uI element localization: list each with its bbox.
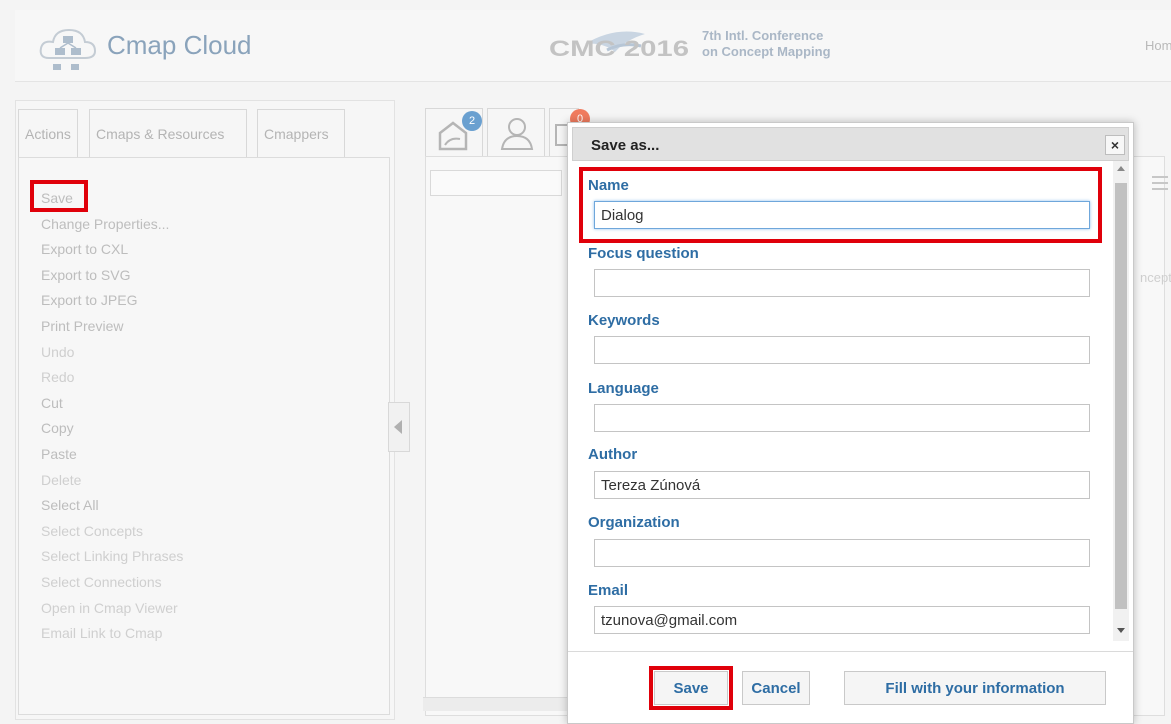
email-label: Email [588, 582, 629, 599]
notifications-badge: 2 [462, 111, 482, 131]
actions-tab-content: Save Change Properties... Export to CXL … [18, 157, 390, 715]
author-label: Author [588, 446, 638, 463]
menu-item-cut[interactable]: Cut [41, 391, 183, 417]
menu-item-export-svg[interactable]: Export to SVG [41, 263, 183, 289]
cmc-logo-text: CMC 2016 [549, 36, 689, 61]
app-title[interactable]: Cmap Cloud [107, 30, 252, 61]
menu-item-delete[interactable]: Delete [41, 468, 183, 494]
chevron-left-icon [394, 420, 402, 434]
scrollbar-thumb[interactable] [1115, 183, 1127, 609]
focus-question-label: Focus question [588, 245, 699, 262]
dialog-footer: Save Cancel Fill with your information [568, 651, 1133, 723]
menu-item-undo[interactable]: Undo [41, 340, 183, 366]
save-as-dialog: Save as... × Name Focus question Keyword… [567, 122, 1134, 724]
email-field[interactable] [594, 606, 1090, 634]
horizontal-scrollbar[interactable] [423, 697, 573, 711]
focus-question-field[interactable] [594, 269, 1090, 297]
app-header: Cmap Cloud CMC 2016 7th Intl. Conference… [15, 10, 1171, 82]
tab-user[interactable] [487, 108, 545, 156]
concept-text-fragment: ncept [1140, 270, 1171, 285]
tab-actions[interactable]: Actions [18, 109, 78, 157]
author-field[interactable] [594, 471, 1090, 499]
cancel-button[interactable]: Cancel [742, 671, 810, 705]
hamburger-menu-icon[interactable] [1152, 176, 1168, 190]
menu-item-export-jpeg[interactable]: Export to JPEG [41, 288, 183, 314]
menu-item-select-connections[interactable]: Select Connections [41, 570, 183, 596]
organization-field[interactable] [594, 539, 1090, 567]
menu-item-select-concepts[interactable]: Select Concepts [41, 519, 183, 545]
cmc-2016-logo-icon: CMC 2016 [549, 31, 689, 61]
language-label: Language [588, 380, 659, 397]
menu-item-print-preview[interactable]: Print Preview [41, 314, 183, 340]
dialog-title: Save as... [591, 137, 660, 154]
user-icon [500, 118, 534, 150]
dialog-vertical-scrollbar[interactable] [1113, 161, 1129, 641]
language-field[interactable] [594, 404, 1090, 432]
menu-item-open-in-viewer[interactable]: Open in Cmap Viewer [41, 596, 183, 622]
keywords-label: Keywords [588, 312, 660, 329]
menu-item-redo[interactable]: Redo [41, 365, 183, 391]
conference-title-line1: 7th Intl. Conference [702, 28, 824, 43]
menu-item-select-linking-phrases[interactable]: Select Linking Phrases [41, 544, 183, 570]
dialog-titlebar[interactable]: Save as... × [572, 127, 1129, 161]
fill-info-button[interactable]: Fill with your information [844, 671, 1106, 705]
tab-cmaps-resources[interactable]: Cmaps & Resources [89, 109, 247, 157]
collapse-panel-handle[interactable] [388, 402, 410, 452]
menu-item-paste[interactable]: Paste [41, 442, 183, 468]
menu-item-select-all[interactable]: Select All [41, 493, 183, 519]
menu-item-email-link[interactable]: Email Link to Cmap [41, 621, 183, 647]
organization-label: Organization [588, 514, 680, 531]
save-button-highlight [649, 666, 733, 710]
tab-shared-home[interactable]: 2 [425, 108, 483, 156]
conference-title-line2: on Concept Mapping [702, 44, 831, 59]
menu-item-copy[interactable]: Copy [41, 416, 183, 442]
close-icon[interactable]: × [1105, 135, 1125, 155]
page-background: Cmap Cloud CMC 2016 7th Intl. Conference… [0, 0, 1171, 724]
tab-cmappers[interactable]: Cmappers [257, 109, 345, 157]
name-field-highlight [579, 167, 1102, 243]
cmap-cloud-logo-icon[interactable] [35, 22, 99, 74]
menu-item-export-cxl[interactable]: Export to CXL [41, 237, 183, 263]
menu-item-change-properties[interactable]: Change Properties... [41, 212, 183, 238]
scroll-up-arrow-icon[interactable] [1117, 166, 1125, 171]
actions-menu: Save Change Properties... Export to CXL … [41, 186, 183, 647]
keywords-field[interactable] [594, 336, 1090, 364]
scroll-down-arrow-icon[interactable] [1117, 628, 1125, 633]
canvas-search-field[interactable] [430, 170, 562, 196]
save-menu-highlight [30, 180, 88, 212]
home-link[interactable]: Home [1145, 38, 1171, 53]
